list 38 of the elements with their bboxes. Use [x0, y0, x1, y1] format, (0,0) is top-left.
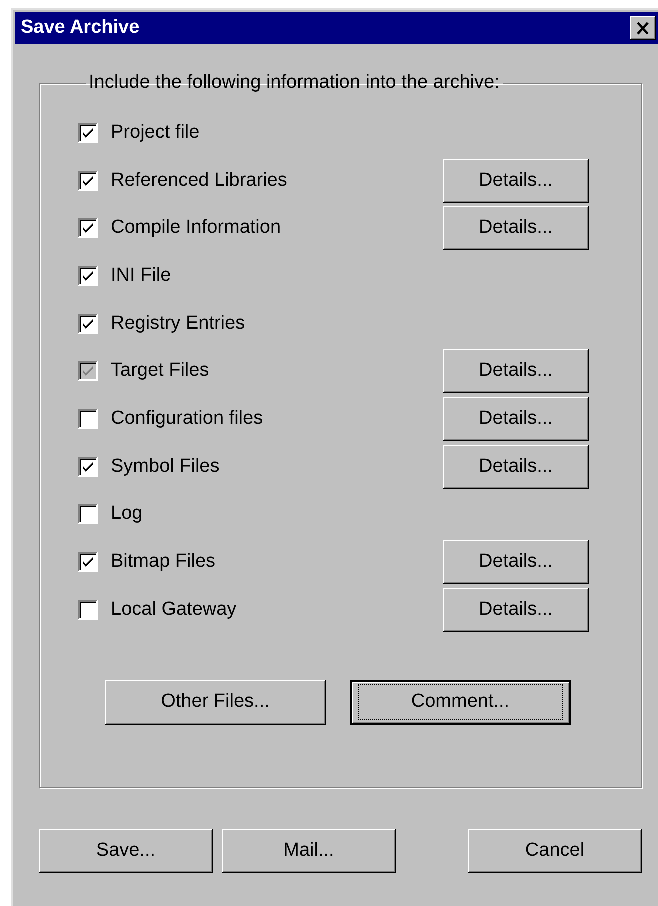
details-button[interactable]: Details...: [443, 588, 589, 632]
dialog-button[interactable]: Mail...: [222, 829, 396, 873]
checkbox-label[interactable]: Registry Entries: [111, 312, 443, 335]
checkbox[interactable]: [78, 314, 98, 334]
checkbox[interactable]: [78, 504, 98, 524]
check-icon: [81, 555, 95, 570]
close-icon: [636, 22, 650, 34]
checkbox[interactable]: [78, 552, 98, 572]
checkbox[interactable]: [78, 218, 98, 238]
checkbox-label[interactable]: Configuration files: [111, 408, 443, 430]
checkbox-label[interactable]: Project file: [111, 122, 443, 144]
details-button[interactable]: Details...: [443, 206, 589, 250]
checkbox[interactable]: [78, 408, 98, 429]
checkbox-label[interactable]: Bitmap Files: [111, 551, 443, 574]
checkbox-label[interactable]: Symbol Files: [111, 456, 443, 478]
checkbox[interactable]: [78, 600, 98, 620]
checkbox[interactable]: [78, 122, 98, 143]
check-icon: [81, 364, 95, 378]
checkbox-label[interactable]: INI File: [111, 264, 443, 287]
checkbox[interactable]: [78, 266, 98, 286]
dialog-button[interactable]: Other Files...: [105, 680, 326, 725]
details-button[interactable]: Details...: [443, 444, 589, 489]
window-title: Save Archive: [21, 17, 140, 39]
details-button[interactable]: Details...: [443, 540, 589, 584]
group-caption: Include the following information into the archive:: [88, 72, 501, 94]
details-button[interactable]: Details...: [443, 158, 589, 203]
checkbox-label[interactable]: Compile Information: [111, 217, 443, 240]
checkbox[interactable]: [78, 456, 98, 477]
dialog-button[interactable]: Cancel: [468, 829, 642, 873]
dialog-button[interactable]: Comment...: [350, 680, 571, 725]
checkbox-label[interactable]: Local Gateway: [111, 598, 443, 621]
details-button[interactable]: Details...: [443, 396, 589, 441]
checkbox-label[interactable]: Log: [111, 503, 443, 526]
checkbox-label[interactable]: Referenced Libraries: [111, 170, 443, 192]
close-button[interactable]: [630, 16, 656, 40]
check-icon: [81, 221, 95, 236]
dialog-button[interactable]: Save...: [39, 829, 213, 873]
checkbox[interactable]: [78, 170, 98, 191]
